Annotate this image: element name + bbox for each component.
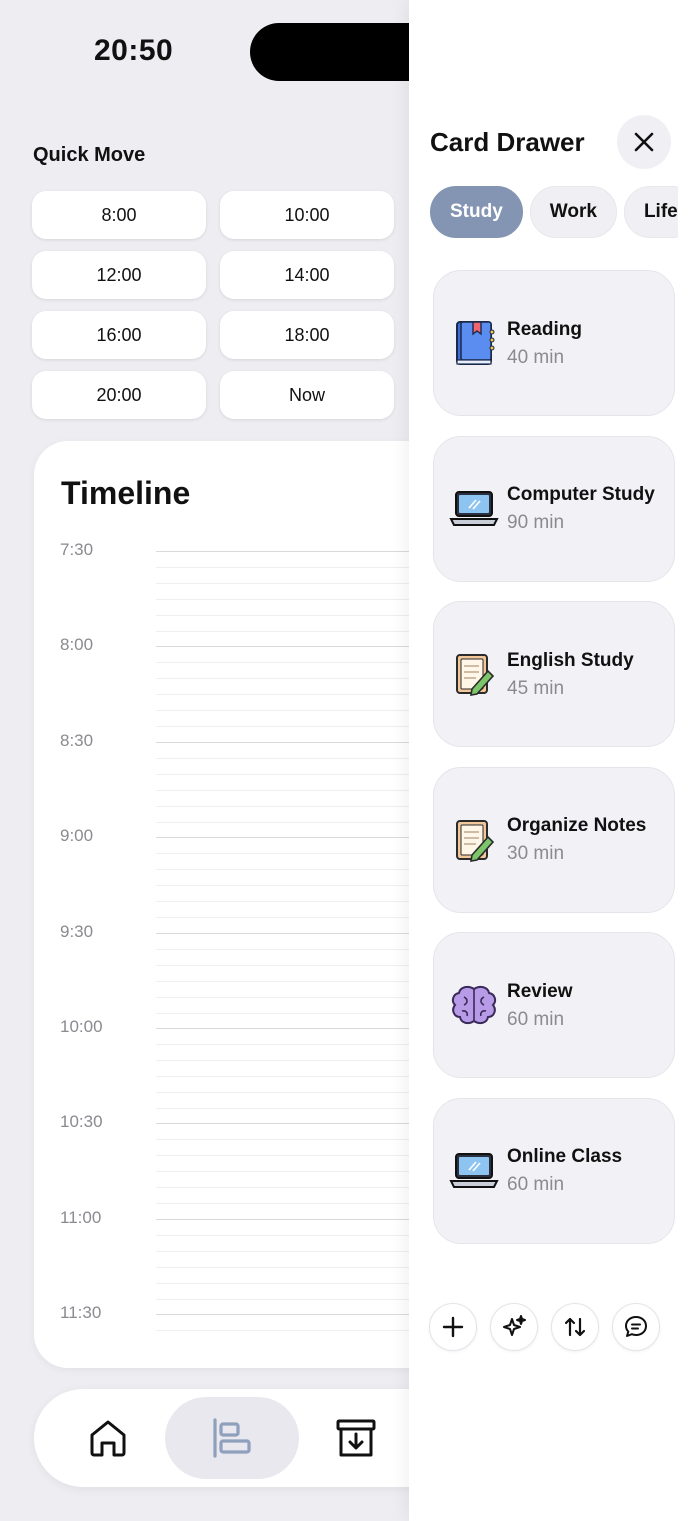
time-label: 10:30 [60,1112,103,1132]
card-name: Online Class [507,1146,623,1167]
laptop-icon [448,483,500,535]
timeline-slot[interactable]: 8:30 [34,731,454,837]
timeline-panel[interactable]: Timeline 7:30 8:00 8:30 9:00 9:30 10:00 … [34,441,454,1368]
time-label: 8:00 [60,635,94,655]
category-chip-study[interactable]: Study [430,186,523,238]
timeline-slot[interactable]: 7:30 [34,540,454,646]
status-time: 20:50 [94,34,174,67]
nav-inbox[interactable] [289,1397,423,1479]
card-list: Reading 40 min Computer Study 90 min Eng… [433,270,675,1263]
timeline-slot[interactable]: 9:00 [34,826,454,932]
timeline-slot[interactable]: 11:00 [34,1208,454,1314]
card-text: Computer Study 90 min [507,483,664,534]
ai-suggest-button[interactable] [490,1303,538,1351]
card-duration: 40 min [507,346,565,368]
notebook-pencil-icon [448,648,500,700]
card-text: Organize Notes 30 min [507,814,664,865]
card-name: Computer Study [507,484,655,505]
timeline-slot[interactable]: 9:30 [34,922,454,1028]
card-duration: 30 min [507,843,565,864]
quick-move-button[interactable]: 20:00 [32,371,206,419]
time-label: 10:00 [60,1016,103,1036]
timeline-icon [213,1418,251,1458]
quick-move-title: Quick Move [33,144,146,166]
chat-button[interactable] [612,1303,660,1351]
time-label: 8:30 [60,730,94,750]
timeline-slot[interactable]: 10:00 [34,1017,454,1123]
drawer-title: Card Drawer [430,127,585,157]
card-drawer: Card Drawer Study Work Life Reading 40 min [409,0,700,1521]
timeline-slot[interactable]: 10:30 [34,1112,454,1218]
quick-move-button[interactable]: 12:00 [32,251,206,299]
category-chip-life[interactable]: Life [623,186,678,238]
time-label: 9:00 [60,826,94,846]
home-icon [90,1420,126,1457]
category-chip-work[interactable]: Work [529,186,617,238]
card-text: Online Class 60 min [507,1145,664,1196]
card-text: Review 60 min [507,980,664,1031]
time-label: 11:00 [60,1207,102,1227]
activity-card[interactable]: English Study 45 min [433,601,675,747]
time-label: 11:30 [60,1303,102,1323]
quick-move-grid: 8:00 10:00 12:00 14:00 16:00 18:00 20:00… [32,191,394,419]
notebook-pencil-icon [448,814,500,866]
laptop-icon [448,1145,500,1197]
quick-move-button[interactable]: 18:00 [220,311,394,359]
sort-button[interactable] [551,1303,599,1351]
card-duration: 60 min [507,1008,565,1030]
card-name: Reading [507,318,582,340]
brain-icon [448,979,500,1031]
quick-move-button[interactable]: 10:00 [220,191,394,239]
timeline-slot[interactable]: 8:00 [34,635,454,741]
card-name: Review [507,980,573,1002]
timeline-slot[interactable]: 11:30 [34,1303,454,1368]
drawer-actions [429,1303,660,1351]
card-text: English Study 45 min [507,649,664,700]
quick-move-button[interactable]: 16:00 [32,311,206,359]
inbox-icon [336,1419,376,1457]
category-strip[interactable]: Study Work Life [430,186,678,238]
card-name: Organize Notes [507,815,647,836]
activity-card[interactable]: Online Class 60 min [433,1097,675,1244]
timeline-rows: 7:30 8:00 8:30 9:00 9:30 10:00 10:30 11:… [34,540,454,1368]
activity-card[interactable]: Reading 40 min [433,270,675,416]
time-label: 7:30 [60,540,94,559]
quick-move-button[interactable]: 8:00 [32,191,206,239]
activity-card[interactable]: Computer Study 90 min [433,435,675,582]
plus-icon [442,1316,464,1338]
time-label: 9:30 [60,921,94,941]
activity-card[interactable]: Organize Notes 30 min [433,766,675,913]
add-card-button[interactable] [429,1303,477,1351]
card-duration: 60 min [507,1174,565,1195]
chat-icon [625,1316,647,1337]
close-icon [634,132,654,152]
card-text: Reading 40 min [507,318,664,369]
book-icon [448,317,500,369]
card-duration: 90 min [507,512,565,533]
drawer-close-button[interactable] [617,115,671,169]
sort-icon [564,1317,586,1337]
card-duration: 45 min [507,677,565,699]
activity-card[interactable]: Review 60 min [433,932,675,1078]
quick-move-now-button[interactable]: Now [220,371,394,419]
card-name: English Study [507,649,634,671]
nav-home[interactable] [41,1397,175,1479]
timeline-title: Timeline [61,475,191,511]
nav-timeline[interactable] [165,1397,299,1479]
quick-move-button[interactable]: 14:00 [220,251,394,299]
sparkle-icon [503,1315,526,1336]
